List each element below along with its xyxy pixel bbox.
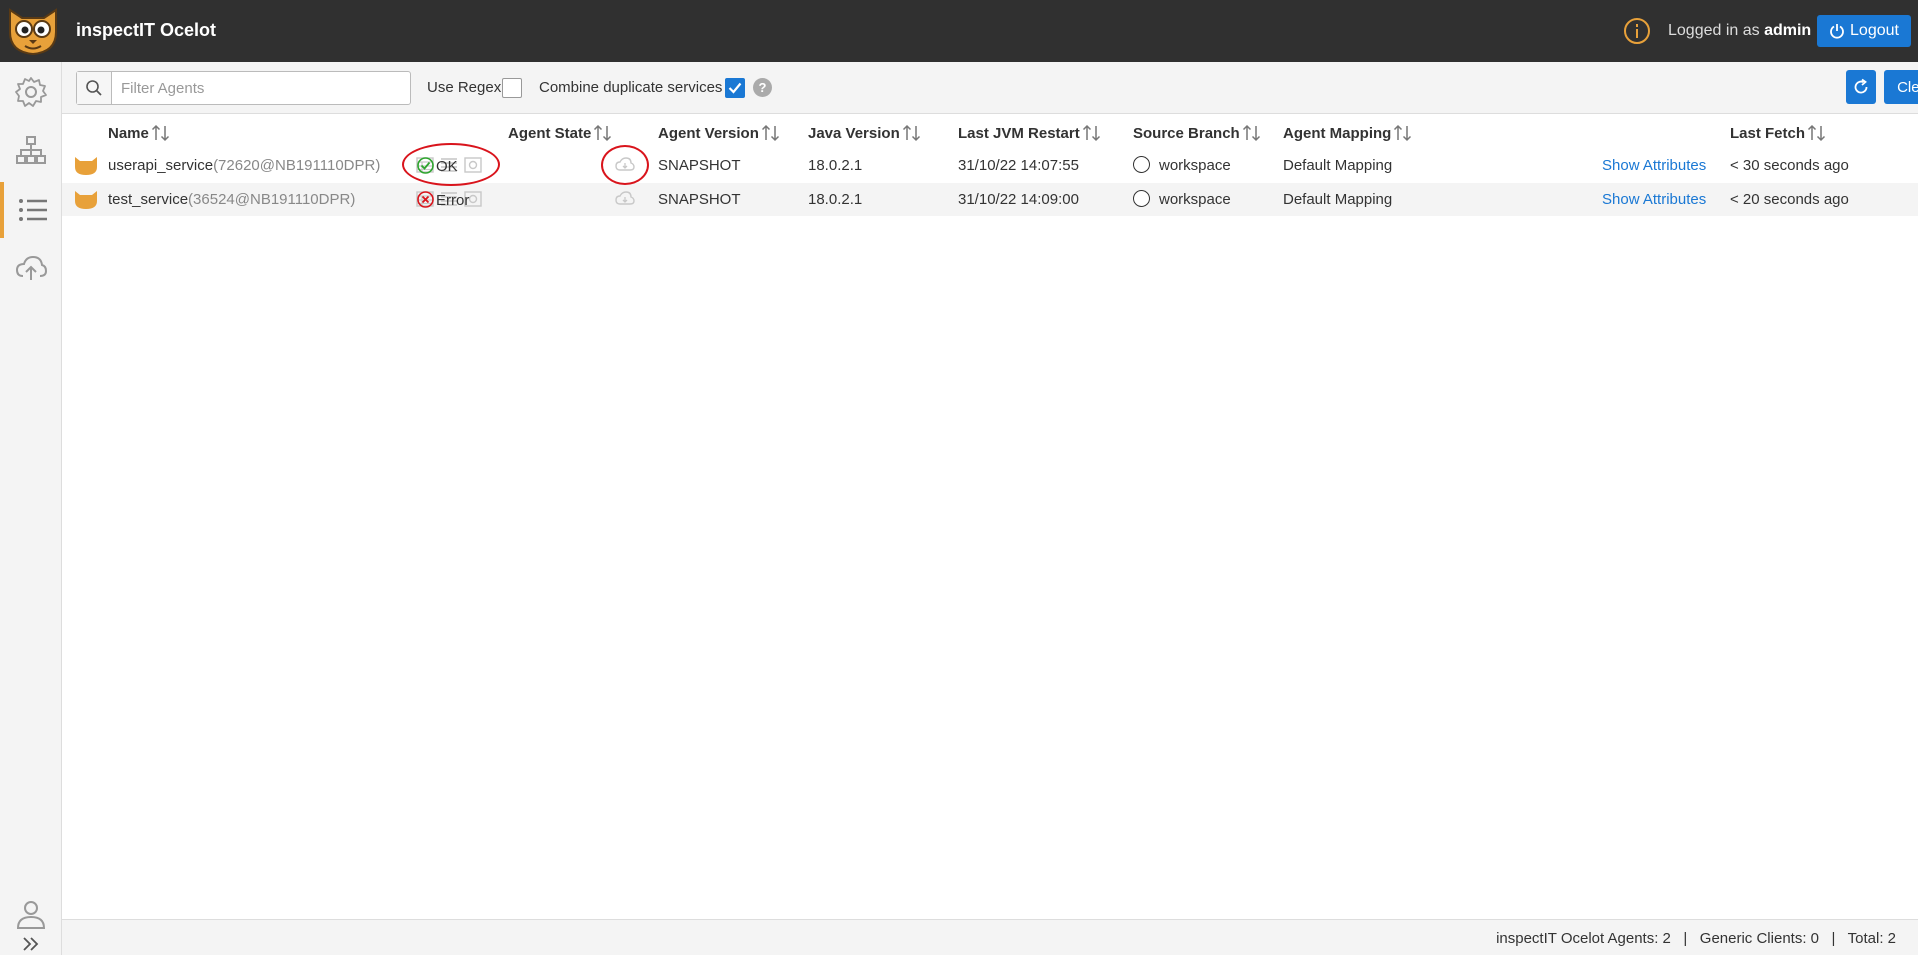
hierarchy-icon — [16, 136, 46, 164]
column-header-source-branch[interactable]: Source Branch — [1133, 124, 1262, 142]
help-icon[interactable]: ? — [753, 78, 772, 97]
sort-icon — [902, 124, 920, 142]
ocelot-logo — [4, 4, 62, 58]
column-header-agent-state[interactable]: Agent State — [508, 124, 613, 142]
agent-mapping-cell: Default Mapping — [1283, 157, 1393, 174]
last-fetch-cell: < 20 seconds ago — [1730, 191, 1849, 208]
use-regex-label: Use Regex — [427, 79, 502, 96]
clear-all-button[interactable]: Clear All — [1884, 70, 1918, 104]
agent-version-cell: SNAPSHOT — [658, 157, 741, 174]
agent-name-cell: userapi_service(72620@NB191110DPR) — [108, 157, 380, 174]
column-header-agent-mapping[interactable]: Agent Mapping — [1283, 124, 1413, 142]
search-box — [76, 71, 411, 105]
logged-in-prefix: Logged in as — [1668, 22, 1765, 39]
header-label: Agent Version — [658, 124, 759, 142]
sidebar-item-configuration[interactable] — [0, 64, 62, 120]
header-label: Agent State — [508, 124, 592, 142]
column-header-name[interactable]: Name — [108, 124, 171, 142]
column-header-last-jvm-restart[interactable]: Last JVM Restart — [958, 124, 1102, 142]
agent-id: (72620@NB191110DPR) — [213, 157, 381, 174]
header-label: Last Fetch — [1730, 124, 1806, 142]
logout-label: Logout — [1850, 22, 1899, 39]
header-label: Agent Mapping — [1283, 124, 1392, 142]
agent-version-cell: SNAPSHOT — [658, 191, 741, 208]
last-restart-cell: 31/10/22 14:07:55 — [958, 157, 1079, 174]
sort-icon — [151, 124, 169, 142]
combine-duplicates-label: Combine duplicate services — [539, 79, 723, 96]
agent-count-summary: inspectIT Ocelot Agents: 2 | Generic Cli… — [1496, 930, 1896, 947]
logged-in-status: Logged in as admin — [1668, 22, 1811, 40]
app-title: inspectIT Ocelot — [76, 20, 217, 40]
use-regex-checkbox[interactable] — [502, 78, 522, 98]
refresh-icon — [1854, 78, 1868, 94]
cloud-upload-icon — [15, 255, 48, 280]
cloud-download-icon[interactable] — [615, 156, 635, 174]
error-circle-icon — [417, 191, 434, 208]
sidebar-item-agent-status[interactable] — [0, 182, 62, 238]
settings-box-icon[interactable] — [464, 157, 482, 173]
sort-icon — [1082, 124, 1100, 142]
java-version-cell: 18.0.2.1 — [808, 157, 863, 174]
list-icon — [19, 199, 47, 221]
agent-state-text: Error — [436, 192, 470, 209]
combine-duplicates-checkbox[interactable] — [725, 78, 745, 98]
search-icon — [77, 72, 112, 104]
agent-id: (36524@NB191110DPR) — [188, 191, 356, 208]
agent-mapping-cell: Default Mapping — [1283, 191, 1393, 208]
header-label: Java Version — [808, 124, 900, 142]
sidebar-expand-button[interactable] — [0, 929, 62, 955]
show-attributes-link[interactable]: Show Attributes — [1602, 191, 1706, 208]
source-branch-cell: workspace — [1159, 157, 1231, 174]
agent-name: userapi_service — [108, 157, 214, 174]
sidebar — [0, 62, 62, 955]
agent-name: test_service — [108, 191, 189, 208]
header-label: Last JVM Restart — [958, 124, 1080, 142]
last-restart-cell: 31/10/22 14:09:00 — [958, 191, 1079, 208]
sort-icon — [1242, 124, 1260, 142]
user-icon — [16, 901, 46, 929]
last-fetch-cell: < 30 seconds ago — [1730, 157, 1849, 174]
ocelot-agent-icon — [75, 157, 97, 175]
source-branch-radio[interactable] — [1133, 190, 1150, 207]
table-row: test_service(36524@NB191110DPR) Error SN… — [62, 183, 1918, 216]
sort-icon — [1807, 124, 1826, 142]
refresh-button[interactable] — [1846, 70, 1876, 104]
sidebar-item-upload[interactable] — [0, 240, 62, 296]
table-row: userapi_service(72620@NB191110DPR) OK SN… — [62, 149, 1918, 182]
sort-icon — [594, 124, 612, 142]
source-branch-cell: workspace — [1159, 191, 1231, 208]
column-header-java-version[interactable]: Java Version — [808, 124, 922, 142]
header-label: Source Branch — [1133, 124, 1240, 142]
filter-agents-input[interactable] — [113, 72, 409, 104]
java-version-cell: 18.0.2.1 — [808, 191, 863, 208]
logout-button[interactable]: Logout — [1817, 15, 1911, 47]
top-bar: inspectIT Ocelot Logged in as admin Logo… — [0, 0, 1918, 62]
header-label: Name — [108, 124, 149, 142]
expand-icon — [23, 937, 39, 951]
agent-name-cell: test_service(36524@NB191110DPR) — [108, 191, 355, 208]
agent-state-cell: Error — [417, 191, 469, 209]
cloud-download-icon[interactable] — [615, 190, 635, 208]
ocelot-agent-icon — [75, 191, 97, 209]
sidebar-item-service-graph[interactable] — [0, 122, 62, 178]
show-attributes-link[interactable]: Show Attributes — [1602, 157, 1706, 174]
check-circle-icon — [417, 157, 434, 174]
checkmark-icon — [728, 82, 742, 94]
agent-state-cell: OK — [417, 157, 458, 175]
source-branch-radio[interactable] — [1133, 156, 1150, 173]
column-header-agent-version[interactable]: Agent Version — [658, 124, 781, 142]
info-icon[interactable] — [1624, 18, 1650, 44]
sort-icon — [1394, 124, 1412, 142]
agent-state-text: OK — [436, 158, 458, 175]
status-footer: inspectIT Ocelot Agents: 2 | Generic Cli… — [62, 919, 1918, 955]
power-icon — [1830, 24, 1844, 39]
toolbar: Use Regex Combine duplicate services ? C… — [62, 62, 1918, 114]
column-header-last-fetch[interactable]: Last Fetch — [1730, 124, 1827, 142]
gear-icon — [15, 77, 47, 107]
username: admin — [1764, 22, 1812, 39]
sort-icon — [761, 124, 779, 142]
